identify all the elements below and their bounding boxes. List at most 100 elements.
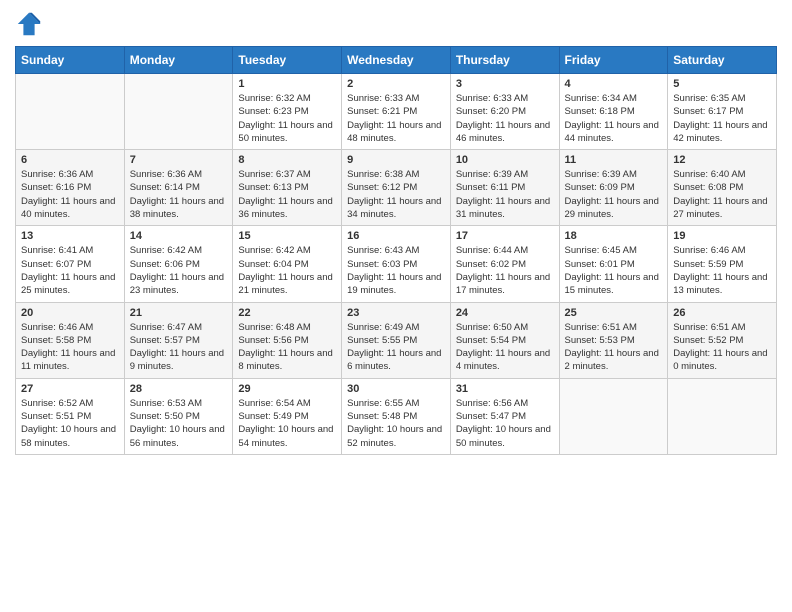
calendar-cell: 24 Sunrise: 6:50 AMSunset: 5:54 PMDayligh…: [450, 302, 559, 378]
day-info: Sunrise: 6:35 AMSunset: 6:17 PMDaylight:…: [673, 92, 771, 145]
day-number: 20: [21, 307, 119, 319]
day-info: Sunrise: 6:33 AMSunset: 6:21 PMDaylight:…: [347, 92, 445, 145]
day-number: 23: [347, 307, 445, 319]
day-number: 10: [456, 154, 554, 166]
calendar-header-row: SundayMondayTuesdayWednesdayThursdayFrid…: [16, 47, 777, 74]
day-number: 11: [565, 154, 663, 166]
day-number: 1: [238, 78, 336, 90]
calendar-cell: 30Sunrise: 6:55 AMSunset: 5:48 PMDayligh…: [342, 378, 451, 454]
calendar-cell: 5Sunrise: 6:35 AMSunset: 6:17 PMDaylight…: [668, 74, 777, 150]
calendar-header-tuesday: Tuesday: [233, 47, 342, 74]
day-info: Sunrise: 6:34 AMSunset: 6:18 PMDaylight:…: [565, 92, 663, 145]
day-info: Sunrise: 6:39 AMSunset: 6:11 PMDaylight:…: [456, 168, 554, 221]
calendar-week-4: 20 Sunrise: 6:46 AMSunset: 5:58 PMDayligh…: [16, 302, 777, 378]
day-info: Sunrise: 6:46 AMSunset: 5:59 PMDaylight:…: [673, 244, 771, 297]
calendar-week-2: 6 Sunrise: 6:36 AMSunset: 6:16 PMDaylight…: [16, 150, 777, 226]
calendar-cell: 28 Sunrise: 6:53 AMSunset: 5:50 PMDayligh…: [124, 378, 233, 454]
day-info: Sunrise: 6:38 AMSunset: 6:12 PMDaylight:…: [347, 168, 445, 221]
calendar-cell: 4 Sunrise: 6:34 AMSunset: 6:18 PMDaylight…: [559, 74, 668, 150]
day-number: 12: [673, 154, 771, 166]
day-number: 17: [456, 230, 554, 242]
calendar-cell: 23 Sunrise: 6:49 AMSunset: 5:55 PMDayligh…: [342, 302, 451, 378]
calendar-header-monday: Monday: [124, 47, 233, 74]
day-info: Sunrise: 6:46 AMSunset: 5:58 PMDaylight:…: [21, 321, 119, 374]
calendar-week-3: 13 Sunrise: 6:41 AMSunset: 6:07 PMDayligh…: [16, 226, 777, 302]
day-info: Sunrise: 6:42 AMSunset: 6:04 PMDaylight:…: [238, 244, 336, 297]
day-number: 15: [238, 230, 336, 242]
calendar-cell: 6 Sunrise: 6:36 AMSunset: 6:16 PMDaylight…: [16, 150, 125, 226]
day-info: Sunrise: 6:50 AMSunset: 5:54 PMDaylight:…: [456, 321, 554, 374]
day-number: 26: [673, 307, 771, 319]
day-number: 21: [130, 307, 228, 319]
day-number: 27: [21, 383, 119, 395]
calendar-cell: [668, 378, 777, 454]
day-number: 31: [456, 383, 554, 395]
calendar: SundayMondayTuesdayWednesdayThursdayFrid…: [15, 46, 777, 455]
calendar-cell: 29 Sunrise: 6:54 AMSunset: 5:49 PMDayligh…: [233, 378, 342, 454]
day-number: 14: [130, 230, 228, 242]
calendar-cell: 26 Sunrise: 6:51 AMSunset: 5:52 PMDayligh…: [668, 302, 777, 378]
calendar-cell: 21Sunrise: 6:47 AMSunset: 5:57 PMDayligh…: [124, 302, 233, 378]
day-info: Sunrise: 6:54 AMSunset: 5:49 PMDaylight:…: [238, 397, 336, 450]
day-number: 4: [565, 78, 663, 90]
day-info: Sunrise: 6:37 AMSunset: 6:13 PMDaylight:…: [238, 168, 336, 221]
day-info: Sunrise: 6:32 AMSunset: 6:23 PMDaylight:…: [238, 92, 336, 145]
day-info: Sunrise: 6:36 AMSunset: 6:16 PMDaylight:…: [21, 168, 119, 221]
calendar-cell: 1 Sunrise: 6:32 AMSunset: 6:23 PMDaylight…: [233, 74, 342, 150]
day-number: 19: [673, 230, 771, 242]
day-number: 9: [347, 154, 445, 166]
day-info: Sunrise: 6:51 AMSunset: 5:52 PMDaylight:…: [673, 321, 771, 374]
day-number: 2: [347, 78, 445, 90]
logo: [15, 10, 47, 38]
day-number: 28: [130, 383, 228, 395]
calendar-cell: 20 Sunrise: 6:46 AMSunset: 5:58 PMDayligh…: [16, 302, 125, 378]
day-info: Sunrise: 6:36 AMSunset: 6:14 PMDaylight:…: [130, 168, 228, 221]
day-number: 7: [130, 154, 228, 166]
day-number: 30: [347, 383, 445, 395]
calendar-cell: 14 Sunrise: 6:42 AMSunset: 6:06 PMDayligh…: [124, 226, 233, 302]
calendar-cell: 11 Sunrise: 6:39 AMSunset: 6:09 PMDayligh…: [559, 150, 668, 226]
calendar-cell: 31 Sunrise: 6:56 AMSunset: 5:47 PMDayligh…: [450, 378, 559, 454]
day-info: Sunrise: 6:53 AMSunset: 5:50 PMDaylight:…: [130, 397, 228, 450]
calendar-week-5: 27 Sunrise: 6:52 AMSunset: 5:51 PMDayligh…: [16, 378, 777, 454]
day-info: Sunrise: 6:40 AMSunset: 6:08 PMDaylight:…: [673, 168, 771, 221]
day-info: Sunrise: 6:39 AMSunset: 6:09 PMDaylight:…: [565, 168, 663, 221]
calendar-cell: 25 Sunrise: 6:51 AMSunset: 5:53 PMDayligh…: [559, 302, 668, 378]
day-info: Sunrise: 6:52 AMSunset: 5:51 PMDaylight:…: [21, 397, 119, 450]
day-info: Sunrise: 6:56 AMSunset: 5:47 PMDaylight:…: [456, 397, 554, 450]
calendar-cell: [559, 378, 668, 454]
calendar-cell: 8Sunrise: 6:37 AMSunset: 6:13 PMDaylight…: [233, 150, 342, 226]
calendar-cell: [124, 74, 233, 150]
calendar-cell: 15 Sunrise: 6:42 AMSunset: 6:04 PMDayligh…: [233, 226, 342, 302]
calendar-cell: 17 Sunrise: 6:44 AMSunset: 6:02 PMDayligh…: [450, 226, 559, 302]
calendar-cell: 13 Sunrise: 6:41 AMSunset: 6:07 PMDayligh…: [16, 226, 125, 302]
day-number: 16: [347, 230, 445, 242]
calendar-week-1: 1 Sunrise: 6:32 AMSunset: 6:23 PMDaylight…: [16, 74, 777, 150]
day-number: 29: [238, 383, 336, 395]
day-info: Sunrise: 6:48 AMSunset: 5:56 PMDaylight:…: [238, 321, 336, 374]
day-number: 6: [21, 154, 119, 166]
day-info: Sunrise: 6:42 AMSunset: 6:06 PMDaylight:…: [130, 244, 228, 297]
day-number: 13: [21, 230, 119, 242]
day-info: Sunrise: 6:43 AMSunset: 6:03 PMDaylight:…: [347, 244, 445, 297]
page-container: SundayMondayTuesdayWednesdayThursdayFrid…: [0, 0, 792, 465]
calendar-header-friday: Friday: [559, 47, 668, 74]
day-info: Sunrise: 6:41 AMSunset: 6:07 PMDaylight:…: [21, 244, 119, 297]
calendar-cell: [16, 74, 125, 150]
calendar-header-saturday: Saturday: [668, 47, 777, 74]
day-info: Sunrise: 6:49 AMSunset: 5:55 PMDaylight:…: [347, 321, 445, 374]
day-number: 18: [565, 230, 663, 242]
calendar-cell: 16 Sunrise: 6:43 AMSunset: 6:03 PMDayligh…: [342, 226, 451, 302]
day-number: 22: [238, 307, 336, 319]
logo-icon: [15, 10, 43, 38]
day-info: Sunrise: 6:45 AMSunset: 6:01 PMDaylight:…: [565, 244, 663, 297]
calendar-cell: 18 Sunrise: 6:45 AMSunset: 6:01 PMDayligh…: [559, 226, 668, 302]
day-number: 24: [456, 307, 554, 319]
calendar-header-sunday: Sunday: [16, 47, 125, 74]
day-info: Sunrise: 6:44 AMSunset: 6:02 PMDaylight:…: [456, 244, 554, 297]
calendar-cell: 10 Sunrise: 6:39 AMSunset: 6:11 PMDayligh…: [450, 150, 559, 226]
calendar-header-wednesday: Wednesday: [342, 47, 451, 74]
day-number: 25: [565, 307, 663, 319]
day-info: Sunrise: 6:51 AMSunset: 5:53 PMDaylight:…: [565, 321, 663, 374]
calendar-cell: 9 Sunrise: 6:38 AMSunset: 6:12 PMDaylight…: [342, 150, 451, 226]
